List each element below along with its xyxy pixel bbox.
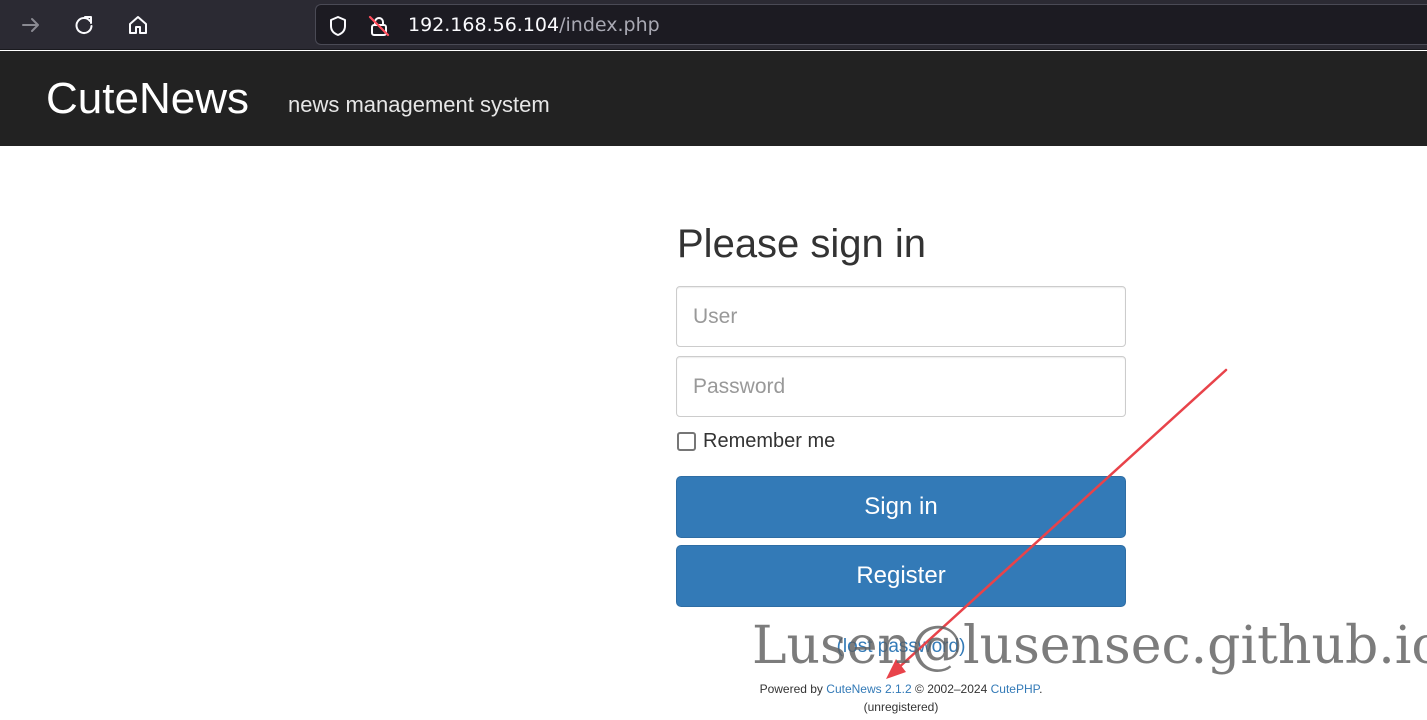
- powered-by-text: Powered by: [759, 682, 823, 696]
- footer-period: .: [1039, 682, 1043, 696]
- url-host: 192.168.56.104: [408, 14, 560, 36]
- registration-status: (unregistered): [863, 700, 939, 714]
- reload-icon: [75, 16, 93, 35]
- remember-me-label: Remember me: [703, 430, 836, 452]
- page-title: Please sign in: [677, 222, 927, 266]
- url-bar[interactable]: 192.168.56.104/index.php: [315, 4, 1427, 45]
- lost-password-link[interactable]: (lost password): [676, 636, 1126, 658]
- copyright-text: © 2002–2024: [915, 682, 988, 696]
- brand-title[interactable]: CuteNews: [46, 74, 249, 124]
- sign-in-button[interactable]: Sign in: [676, 476, 1126, 538]
- url-path: /index.php: [559, 14, 660, 36]
- browser-toolbar: 192.168.56.104/index.php: [0, 0, 1427, 50]
- password-input[interactable]: [676, 356, 1126, 417]
- cutephp-link[interactable]: CutePHP: [991, 682, 1039, 696]
- remember-me-checkbox[interactable]: [677, 432, 696, 451]
- insecure-lock-icon: [368, 15, 390, 37]
- forward-button[interactable]: [14, 8, 48, 42]
- remember-me-row[interactable]: Remember me: [677, 430, 835, 453]
- footer-powered: Powered by CuteNews 2.1.2 © 2002–2024 Cu…: [676, 682, 1126, 696]
- arrow-head-icon: [886, 659, 906, 679]
- site-header: CuteNews news management system: [0, 51, 1427, 146]
- reload-button[interactable]: [67, 8, 101, 42]
- register-button[interactable]: Register: [676, 545, 1126, 607]
- home-button[interactable]: [121, 8, 155, 42]
- url-text[interactable]: 192.168.56.104/index.php: [408, 14, 660, 36]
- brand-tagline: news management system: [288, 92, 550, 117]
- shield-icon: [330, 16, 346, 36]
- username-input[interactable]: [676, 286, 1126, 347]
- home-icon: [129, 16, 147, 34]
- arrow-right-icon: [22, 18, 39, 32]
- cutenews-version-link[interactable]: CuteNews 2.1.2: [826, 682, 911, 696]
